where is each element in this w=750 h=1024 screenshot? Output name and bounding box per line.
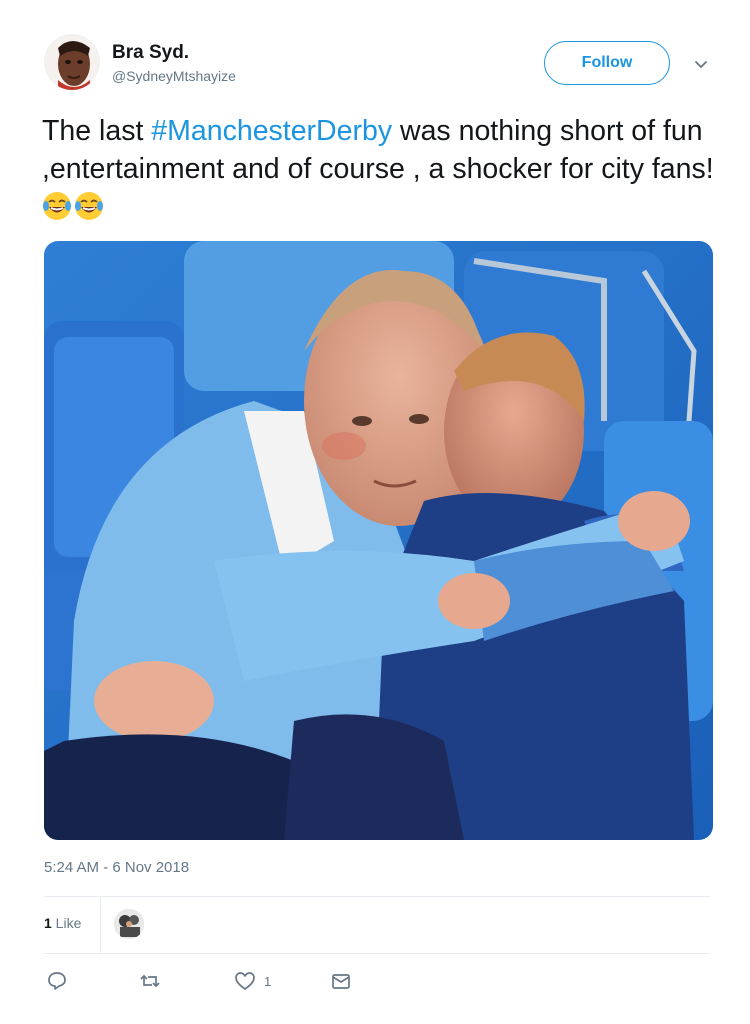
hashtag-link[interactable]: #ManchesterDerby (151, 115, 392, 147)
chevron-down-icon[interactable] (692, 55, 710, 73)
face-with-tears-of-joy-icon (75, 192, 103, 220)
reply-button[interactable] (46, 970, 68, 992)
tweet-actions: 1 (44, 966, 444, 996)
reply-icon (48, 972, 66, 990)
retweet-icon (140, 974, 160, 988)
like-button[interactable]: 1 (234, 970, 271, 992)
likes-number: 1 (44, 915, 52, 931)
follow-button[interactable]: Follow (544, 41, 670, 85)
tweet-text: The last #ManchesterDerby was nothing sh… (42, 112, 722, 226)
tweet-timestamp[interactable]: 5:24 AM - 6 Nov 2018 (44, 859, 189, 876)
likes-label: Like (51, 915, 82, 931)
tweet-media-photo[interactable] (44, 241, 713, 840)
tweet-text-start: The last (42, 115, 152, 147)
liker-avatar[interactable] (114, 909, 144, 939)
tweet-header: Bra Syd. @SydneyMtshayize Follow (44, 34, 714, 98)
heart-icon (235, 972, 255, 990)
stats-separator (100, 897, 101, 953)
envelope-icon (332, 974, 350, 989)
author-handle[interactable]: @SydneyMtshayize (112, 68, 236, 84)
photo-illustration (44, 241, 713, 840)
author-avatar[interactable] (44, 34, 100, 90)
direct-message-button[interactable] (330, 970, 352, 992)
author-name[interactable]: Bra Syd. (112, 42, 189, 64)
retweet-button[interactable] (139, 970, 161, 992)
tweet-stats: 1 Like (44, 897, 710, 953)
like-count: 1 (264, 973, 272, 989)
likes-count[interactable]: 1 Like (44, 915, 81, 931)
divider-bottom (44, 953, 710, 954)
face-with-tears-of-joy-icon (43, 192, 71, 220)
